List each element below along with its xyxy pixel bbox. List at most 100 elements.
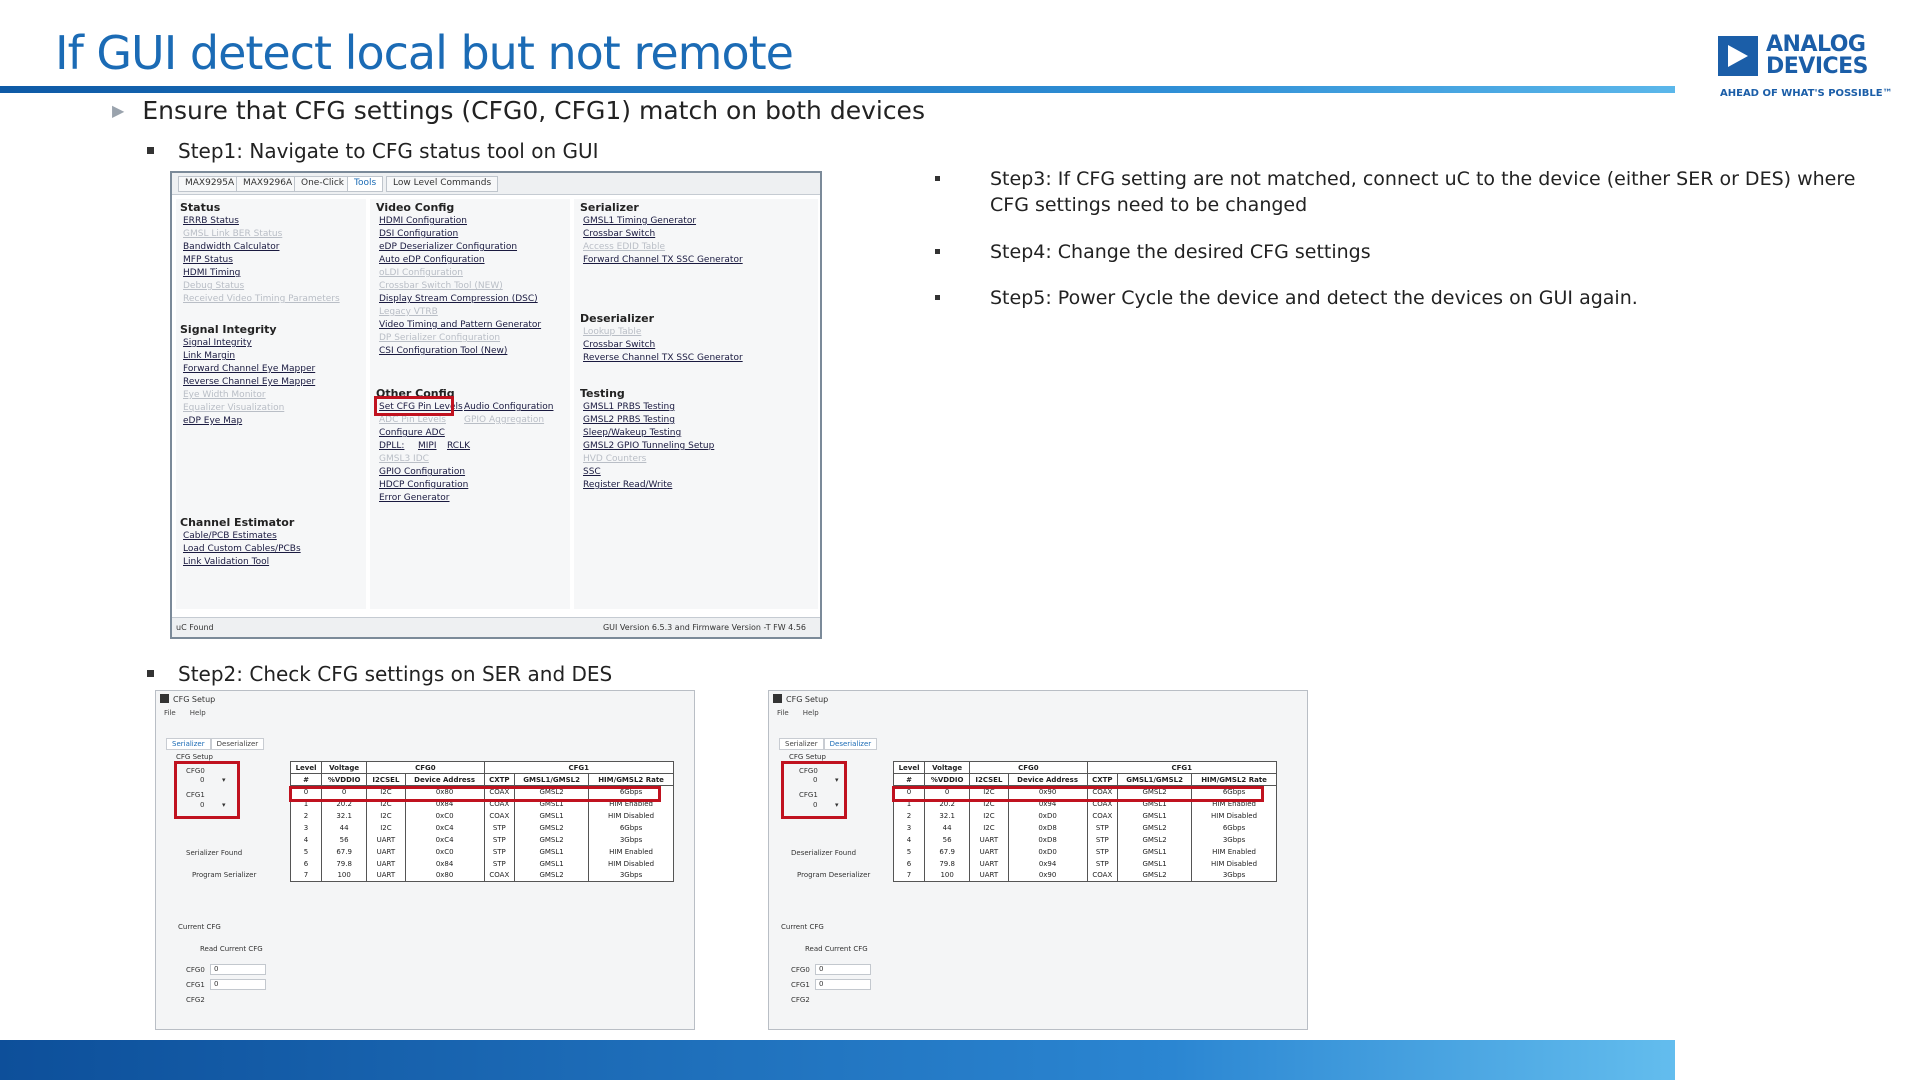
table-cell: 56 <box>924 833 971 846</box>
link-edp-eye-map[interactable]: eDP Eye Map <box>183 416 242 426</box>
link-signal-integrity[interactable]: Signal Integrity <box>183 338 252 348</box>
table-cell: GMSL2 <box>514 821 590 834</box>
link-fwd-tx-ssc-gen[interactable]: Forward Channel TX SSC Generator <box>583 255 743 265</box>
menu-help[interactable]: Help <box>803 709 819 717</box>
dot-bullet-icon <box>935 249 940 254</box>
link-fwd-eye-mapper[interactable]: Forward Channel Eye Mapper <box>183 364 315 374</box>
link-auto-edp-config[interactable]: Auto eDP Configuration <box>379 255 485 265</box>
th-rate: HIM/GMSL2 Rate <box>588 773 674 786</box>
link-bandwidth-calculator[interactable]: Bandwidth Calculator <box>183 242 279 252</box>
tab-tools[interactable]: Tools <box>347 176 384 192</box>
link-hdmi-configuration[interactable]: HDMI Configuration <box>379 216 467 226</box>
th-i2csel: I2CSEL <box>366 773 406 786</box>
link-oldi-configuration: oLDI Configuration <box>379 268 464 278</box>
menu-help[interactable]: Help <box>190 709 206 717</box>
gui-tab-bar: MAX9295A MAX9296A One-Click Tools Low Le… <box>172 173 820 195</box>
table-cell: UART <box>969 845 1009 858</box>
tab-max9295a[interactable]: MAX9295A <box>178 176 242 192</box>
link-audio-configuration[interactable]: Audio Configuration <box>464 402 553 412</box>
link-gpio-tunneling[interactable]: GMSL2 GPIO Tunneling Setup <box>583 441 714 451</box>
tab-serializer[interactable]: Serializer <box>779 738 824 750</box>
table-cell: 0xC0 <box>404 845 485 858</box>
tab-max9296a[interactable]: MAX9296A <box>236 176 300 192</box>
program-deserializer-button[interactable]: Program Deserializer <box>797 871 870 879</box>
table-row: 6 79.8 UART 0x94 STP GMSL1 HIM Disabled <box>892 857 1277 870</box>
link-gmsl1-prbs[interactable]: GMSL1 PRBS Testing <box>583 402 675 412</box>
table-cell: I2C <box>969 821 1009 834</box>
link-link-validation-tool[interactable]: Link Validation Tool <box>183 557 269 567</box>
current-cfg1-field[interactable]: 0 <box>815 979 871 990</box>
link-rev-eye-mapper[interactable]: Reverse Channel Eye Mapper <box>183 377 315 387</box>
link-register-read-write[interactable]: Register Read/Write <box>583 480 672 490</box>
program-serializer-button[interactable]: Program Serializer <box>192 871 256 879</box>
dot-bullet-icon <box>935 176 940 181</box>
table-cell: 0xC4 <box>404 821 485 834</box>
link-dsc[interactable]: Display Stream Compression (DSC) <box>379 294 538 304</box>
th-cfg1: CFG1 <box>1086 761 1278 774</box>
link-sleep-wakeup[interactable]: Sleep/Wakeup Testing <box>583 428 681 438</box>
read-current-cfg-button[interactable]: Read Current CFG <box>200 945 263 953</box>
tab-one-click[interactable]: One-Click <box>294 176 352 192</box>
link-mfp-status[interactable]: MFP Status <box>183 255 233 265</box>
tab-low-level-commands[interactable]: Low Level Commands <box>386 176 499 192</box>
link-des-crossbar-switch[interactable]: Crossbar Switch <box>583 340 655 350</box>
link-gmsl2-prbs[interactable]: GMSL2 PRBS Testing <box>583 415 675 425</box>
table-cell: HIM Disabled <box>1191 857 1277 870</box>
link-hdcp-configuration[interactable]: HDCP Configuration <box>379 480 468 490</box>
th-vddio: %VDDIO <box>321 773 368 786</box>
link-adc-pin-levels: ADC Pin Levels <box>379 415 446 425</box>
link-load-custom-cables[interactable]: Load Custom Cables/PCBs <box>183 544 301 554</box>
link-link-margin[interactable]: Link Margin <box>183 351 235 361</box>
table-cell: 0xD8 <box>1007 833 1088 846</box>
table-cell: 5 <box>289 845 323 858</box>
table-cell: 0x94 <box>1007 857 1088 870</box>
menu-file[interactable]: File <box>164 709 176 717</box>
link-errb-status[interactable]: ERRB Status <box>183 216 239 226</box>
link-mipi[interactable]: MIPI <box>418 441 437 451</box>
link-ssc[interactable]: SSC <box>583 467 601 477</box>
table-cell: 32.1 <box>924 809 971 822</box>
table-cell: 2 <box>892 809 926 822</box>
link-hdmi-timing[interactable]: HDMI Timing <box>183 268 240 278</box>
current-cfg0-field[interactable]: 0 <box>210 964 266 975</box>
table-cell: UART <box>969 833 1009 846</box>
table-row: 4 56 UART 0xC4 STP GMSL2 3Gbps <box>289 833 674 846</box>
link-gpio-configuration[interactable]: GPIO Configuration <box>379 467 465 477</box>
link-dsi-configuration[interactable]: DSI Configuration <box>379 229 458 239</box>
link-configure-adc[interactable]: Configure ADC <box>379 428 445 438</box>
link-csi-config-tool[interactable]: CSI Configuration Tool (New) <box>379 346 507 356</box>
cfg-table-serializer: Level Voltage CFG0 CFG1 # %VDDIO I2CSEL Device… <box>289 761 675 882</box>
step5-text: Step5: Power Cycle the device and detect… <box>990 287 1638 309</box>
tab-deserializer[interactable]: Deserializer <box>823 738 878 750</box>
table-row: 7 100 UART 0x90 COAX GMSL2 3Gbps <box>892 869 1277 882</box>
link-rclk[interactable]: RCLK <box>447 441 470 451</box>
link-cable-pcb-estimates[interactable]: Cable/PCB Estimates <box>183 531 277 541</box>
read-current-cfg-button[interactable]: Read Current CFG <box>805 945 868 953</box>
tab-deserializer[interactable]: Deserializer <box>210 738 265 750</box>
tab-serializer[interactable]: Serializer <box>166 738 211 750</box>
table-cell: HIM Enabled <box>588 845 674 858</box>
link-video-timing-pattern[interactable]: Video Timing and Pattern Generator <box>379 320 541 330</box>
table-cell: COAX <box>1086 869 1119 882</box>
menu-file[interactable]: File <box>777 709 789 717</box>
table-cell: 44 <box>321 821 368 834</box>
link-dpll[interactable]: DPLL: <box>379 441 404 451</box>
highlight-set-cfg-pin-levels <box>374 396 454 416</box>
table-cell: 3Gbps <box>588 833 674 846</box>
table-cell: 3Gbps <box>1191 833 1277 846</box>
link-edp-deserializer-config[interactable]: eDP Deserializer Configuration <box>379 242 517 252</box>
th-voltage: Voltage <box>321 761 368 774</box>
current-cfg0-field[interactable]: 0 <box>815 964 871 975</box>
current-cfg2-label: CFG2 <box>186 996 205 1004</box>
table-cell: STP <box>1086 857 1119 870</box>
link-ser-crossbar-switch[interactable]: Crossbar Switch <box>583 229 655 239</box>
link-error-generator[interactable]: Error Generator <box>379 493 450 503</box>
table-cell: GMSL2 <box>1117 833 1193 846</box>
link-gmsl1-timing-gen[interactable]: GMSL1 Timing Generator <box>583 216 696 226</box>
main-bullet: ▶ Ensure that CFG settings (CFG0, CFG1) m… <box>112 96 925 125</box>
current-cfg1-field[interactable]: 0 <box>210 979 266 990</box>
link-gmsl-ber-status: GMSL Link BER Status <box>183 229 283 239</box>
table-cell: 3 <box>289 821 323 834</box>
link-rev-tx-ssc-gen[interactable]: Reverse Channel TX SSC Generator <box>583 353 743 363</box>
table-cell: GMSL1 <box>1117 857 1193 870</box>
